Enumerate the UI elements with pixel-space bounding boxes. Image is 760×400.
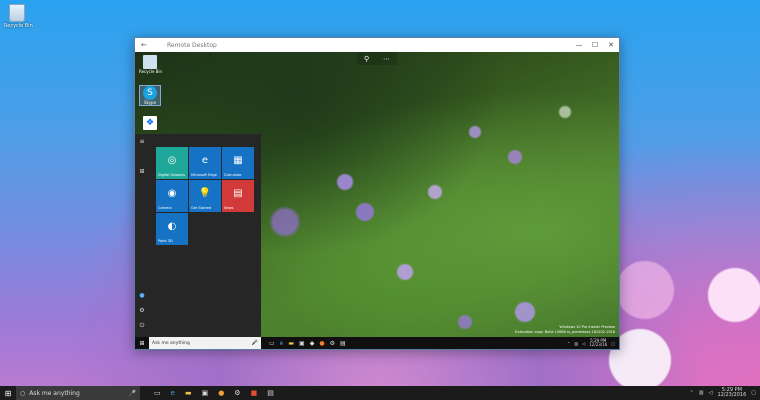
edge-taskbar-icon[interactable]: e xyxy=(280,340,284,347)
tile-microsoft-edge[interactable]: e Microsoft Edge xyxy=(189,147,221,179)
inner-date: 12/23/16 xyxy=(589,342,608,347)
tile-calculator[interactable]: ▦ Calculator xyxy=(222,147,254,179)
zoom-icon[interactable]: ⚲ xyxy=(364,55,369,63)
inner-taskbar: ⊞ Ask me anything 🎤 ▭ e ▬ ▣ ◆ ● ⚙ ▤ ⌃ ▥ … xyxy=(135,337,619,349)
date: 12/23/2016 xyxy=(717,392,747,398)
recycle-bin-icon[interactable]: Recycle Bin xyxy=(4,4,33,29)
tile-label: Get Started xyxy=(191,206,212,210)
tile-label: Paint 3D xyxy=(158,239,173,243)
start-menu: ≡ ⊞ ● ⚙ ⏻ ◎ Digital Seasons e Microsoft … xyxy=(135,134,261,337)
power-icon[interactable]: ⏻ xyxy=(135,322,149,330)
camera-icon: ◉ xyxy=(167,188,177,199)
file-explorer-icon[interactable]: ▬ xyxy=(288,340,294,347)
remote-session-screen[interactable]: ⚲ ⋯ Recycle Bin S Skype ❖ ≡ ⊞ ● ⚙ ⏻ ◎ Di… xyxy=(135,52,619,349)
notification-icon[interactable]: ▢ xyxy=(751,390,756,396)
minimize-button[interactable]: — xyxy=(571,41,587,49)
inner-recycle-bin-glyph xyxy=(143,55,157,69)
inner-search-box[interactable]: Ask me anything 🎤 xyxy=(149,337,261,349)
start-button[interactable]: ⊞ xyxy=(0,389,16,398)
maximize-button[interactable]: ☐ xyxy=(587,41,603,49)
more-options-icon[interactable]: ⋯ xyxy=(383,55,390,63)
tile-label: Calculator xyxy=(224,173,242,177)
all-apps-icon[interactable]: ⊞ xyxy=(135,168,149,175)
inner-icon-label: Recycle Bin xyxy=(139,69,163,74)
search-icon: ○ xyxy=(20,389,26,397)
settings-gear-icon[interactable]: ⚙ xyxy=(135,307,149,314)
recycle-bin-glyph xyxy=(9,4,25,22)
tile-paint-3d[interactable]: ◐ Paint 3D xyxy=(156,213,188,245)
remote-desktop-window: ← Remote Desktop — ☐ ✕ ⚲ ⋯ Recycle Bin S… xyxy=(134,37,620,350)
task-view-icon[interactable]: ▭ xyxy=(269,340,275,347)
build-watermark: Windows 10 Pro Insider Preview Evaluatio… xyxy=(515,325,615,335)
inner-recycle-bin-icon[interactable]: Recycle Bin xyxy=(139,55,163,74)
tile-news[interactable]: ▤ News xyxy=(222,180,254,212)
tile-label: News xyxy=(224,206,234,210)
dropbox-icon[interactable]: ❖ xyxy=(139,116,161,130)
photos-icon[interactable]: ◆ xyxy=(310,340,315,347)
network-icon[interactable]: ▥ xyxy=(699,390,704,396)
paint-3d-icon: ◐ xyxy=(167,221,177,232)
search-placeholder: Ask me anything xyxy=(29,389,80,397)
microphone-icon[interactable]: 🎤 xyxy=(129,390,136,397)
tile-digital-seasons[interactable]: ◎ Digital Seasons xyxy=(156,147,188,179)
volume-icon[interactable]: ◁ xyxy=(709,390,713,396)
tile-camera[interactable]: ◉ Camera xyxy=(156,180,188,212)
notification-icon[interactable]: ▢ xyxy=(611,341,615,346)
start-rail: ≡ ⊞ ● ⚙ ⏻ xyxy=(135,134,149,337)
gear-taskbar-icon[interactable]: ⚙ xyxy=(330,340,335,347)
tile-label: Digital Seasons xyxy=(158,173,185,177)
back-arrow-icon[interactable]: ← xyxy=(141,41,153,49)
file-explorer-icon[interactable]: ▬ xyxy=(185,389,192,397)
clock[interactable]: 5:29 PM 12/23/2016 xyxy=(717,387,747,399)
tile-get-started[interactable]: 💡 Get Started xyxy=(189,180,221,212)
settings-taskbar-icon[interactable]: ⚙ xyxy=(234,389,240,397)
close-button[interactable]: ✕ xyxy=(603,41,619,49)
hamburger-icon[interactable]: ≡ xyxy=(135,138,149,145)
lightbulb-icon: 💡 xyxy=(198,188,212,199)
remote-desktop-taskbar-icon[interactable]: ▤ xyxy=(340,340,346,347)
watermark-line: Evaluation copy. Build 14986.rs_prerelea… xyxy=(515,330,615,334)
store-icon[interactable]: ▣ xyxy=(299,340,305,347)
microphone-icon[interactable]: 🎤 xyxy=(252,340,258,346)
tile-label: Camera xyxy=(158,206,172,210)
edge-icon: e xyxy=(201,155,209,166)
inner-search-placeholder: Ask me anything xyxy=(152,340,190,346)
task-view-icon[interactable]: ▭ xyxy=(154,389,161,397)
remote-desktop-titlebar[interactable]: ← Remote Desktop — ☐ ✕ xyxy=(135,38,619,52)
news-icon: ▤ xyxy=(233,188,243,199)
seasons-icon: ◎ xyxy=(167,155,177,166)
remote-desktop-taskbar-icon[interactable]: ▤ xyxy=(267,389,274,397)
inner-start-button[interactable]: ⊞ xyxy=(135,340,149,347)
skype-glyph: S xyxy=(143,86,157,100)
taskbar: ⊞ ○ Ask me anything 🎤 ▭ e ▬ ▣ ● ⚙ ■ ▤ ⌃ … xyxy=(0,386,760,400)
edge-taskbar-icon[interactable]: e xyxy=(171,389,175,397)
network-icon[interactable]: ▥ xyxy=(574,341,578,346)
dropbox-glyph: ❖ xyxy=(143,116,157,130)
store-icon[interactable]: ▣ xyxy=(202,389,209,397)
volume-icon[interactable]: ◁ xyxy=(582,341,585,346)
app-taskbar-icon[interactable]: ■ xyxy=(251,389,258,397)
window-title: Remote Desktop xyxy=(167,41,217,49)
remote-session-toolbar: ⚲ ⋯ xyxy=(357,52,397,65)
user-avatar-icon[interactable]: ● xyxy=(135,292,149,299)
tile-label: Microsoft Edge xyxy=(191,173,217,177)
inner-clock[interactable]: 5:29 PM 12/23/16 xyxy=(589,338,608,348)
tray-up-icon[interactable]: ⌃ xyxy=(690,390,694,396)
search-box[interactable]: ○ Ask me anything 🎤 xyxy=(16,386,140,400)
skype-icon[interactable]: S Skype xyxy=(139,85,161,106)
calculator-icon: ▦ xyxy=(233,155,243,166)
media-icon[interactable]: ● xyxy=(319,340,324,347)
tray-up-icon[interactable]: ⌃ xyxy=(567,341,570,346)
inner-icon-label: Skype xyxy=(143,100,157,105)
media-icon[interactable]: ● xyxy=(218,389,224,397)
recycle-bin-label: Recycle Bin xyxy=(4,23,33,29)
